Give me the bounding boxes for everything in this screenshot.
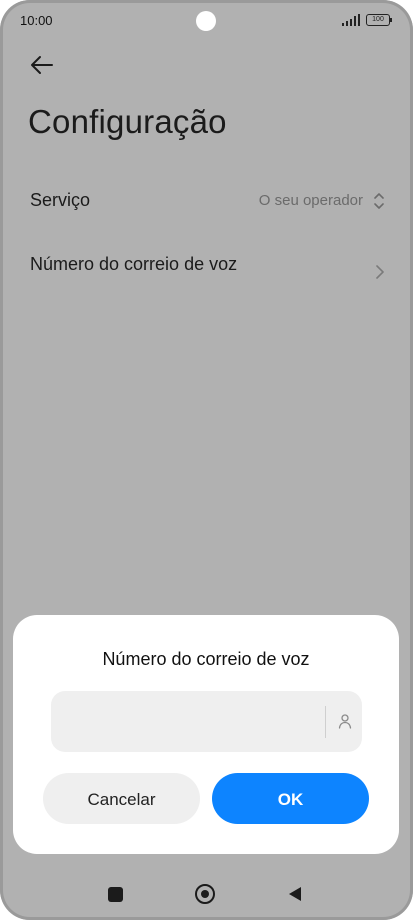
ok-button[interactable]: OK xyxy=(212,773,369,824)
voicemail-number-row[interactable]: Número do correio de voz xyxy=(30,254,385,294)
cancel-button[interactable]: Cancelar xyxy=(43,773,200,824)
input-divider xyxy=(325,706,326,738)
contact-person-icon[interactable] xyxy=(337,713,353,729)
chevron-up-down-icon xyxy=(374,193,384,209)
page-title: Configuração xyxy=(28,103,227,140)
service-label: Serviço xyxy=(30,190,91,210)
voicemail-label: Número do correio de voz xyxy=(30,254,238,274)
arrow-left-icon[interactable] xyxy=(28,52,56,78)
circle-icon[interactable] xyxy=(195,884,215,904)
signal-icon xyxy=(342,14,360,26)
chevron-right-icon xyxy=(376,265,384,279)
battery-icon: 100 xyxy=(366,14,392,26)
voicemail-dialog: Número do correio de voz Cancelar OK xyxy=(13,615,399,854)
navigation-bar xyxy=(0,870,413,920)
service-value: O seu operador xyxy=(258,192,363,209)
voicemail-input-container xyxy=(51,691,362,754)
status-time: 10:00 xyxy=(20,13,53,28)
service-row[interactable]: Serviço O seu operador xyxy=(30,190,385,220)
camera-cutout xyxy=(196,11,216,31)
triangle-back-icon[interactable] xyxy=(288,886,302,902)
phone-screen: 10:00 100 Configuração Serviço O seu ope… xyxy=(0,0,413,920)
status-bar: 10:00 100 xyxy=(0,0,413,40)
dialog-title: Número do correio de voz xyxy=(102,649,310,669)
square-icon[interactable] xyxy=(108,887,123,902)
voicemail-number-input[interactable] xyxy=(61,691,320,754)
